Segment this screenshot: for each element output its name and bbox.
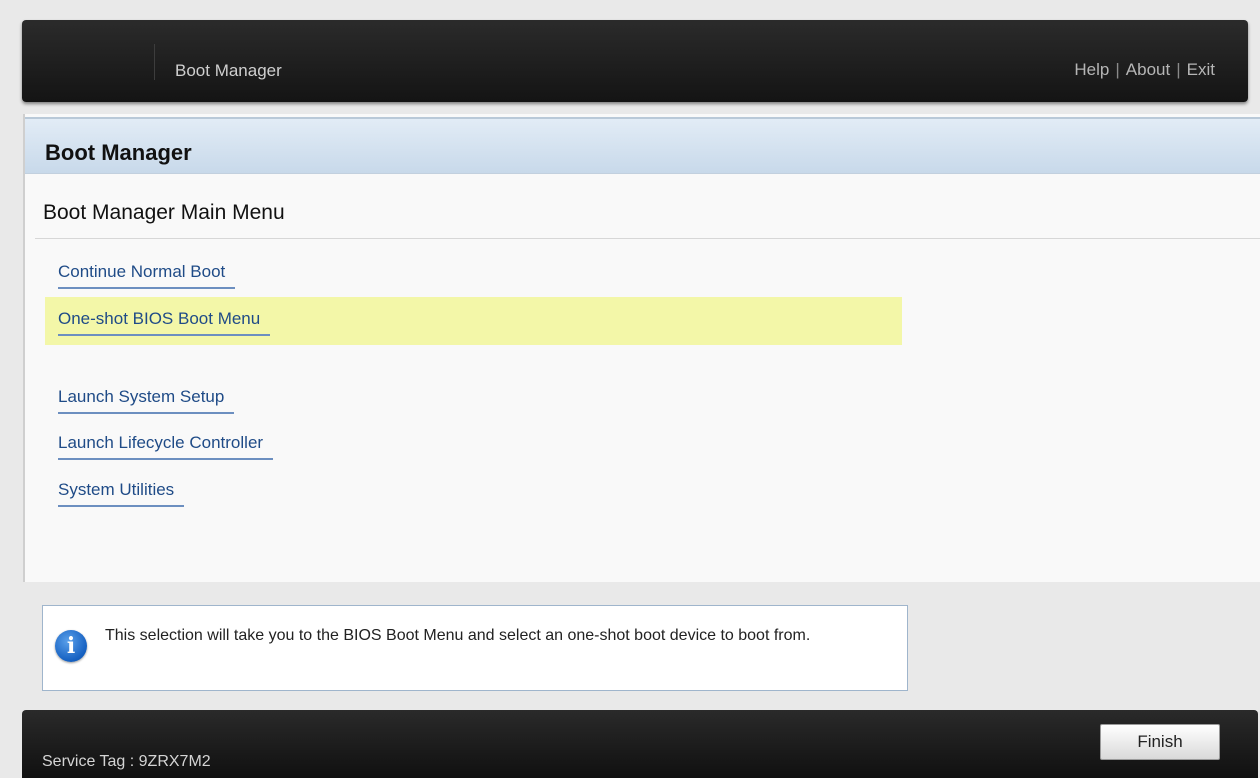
- section-title: Boot Manager Main Menu: [43, 201, 285, 224]
- header-links: Help | About | Exit: [1074, 60, 1215, 80]
- menu-item-label: Launch Lifecycle Controller: [58, 433, 274, 460]
- menu-item-launch-lifecycle-controller[interactable]: Launch Lifecycle Controller: [45, 421, 902, 469]
- link-separator: |: [1176, 60, 1181, 79]
- header-divider: [154, 44, 155, 80]
- panel-header: Boot Manager: [25, 117, 1260, 174]
- finish-button[interactable]: Finish: [1100, 724, 1220, 760]
- menu-item-system-utilities[interactable]: System Utilities: [45, 468, 902, 516]
- menu-item-label: System Utilities: [58, 480, 185, 507]
- app-title: Boot Manager: [175, 61, 282, 80]
- menu-item-label: Launch System Setup: [58, 387, 235, 414]
- panel-title: Boot Manager: [45, 140, 192, 165]
- footer-bar: Service Tag : 9ZRX7M2 Finish: [22, 710, 1258, 778]
- menu-item-label: Continue Normal Boot: [58, 262, 236, 289]
- boot-manager-panel: Boot Manager Boot Manager Main Menu Cont…: [23, 114, 1260, 582]
- exit-link[interactable]: Exit: [1187, 60, 1215, 79]
- info-message-text: This selection will take you to the BIOS…: [105, 627, 811, 644]
- service-tag: Service Tag : 9ZRX7M2: [42, 753, 211, 770]
- top-navigation-bar: Boot Manager Help | About | Exit: [22, 20, 1248, 102]
- menu-item-launch-system-setup[interactable]: Launch System Setup: [45, 375, 902, 423]
- info-message-box: i This selection will take you to the BI…: [42, 605, 908, 691]
- menu-item-label: One-shot BIOS Boot Menu: [58, 309, 271, 336]
- section-divider: [35, 238, 1260, 239]
- link-separator: |: [1115, 60, 1120, 79]
- about-link[interactable]: About: [1126, 60, 1170, 79]
- menu-item-one-shot-bios-boot-menu[interactable]: One-shot BIOS Boot Menu: [45, 297, 902, 345]
- info-icon: i: [55, 630, 87, 662]
- menu-item-continue-normal-boot[interactable]: Continue Normal Boot: [45, 250, 902, 298]
- help-link[interactable]: Help: [1074, 60, 1109, 79]
